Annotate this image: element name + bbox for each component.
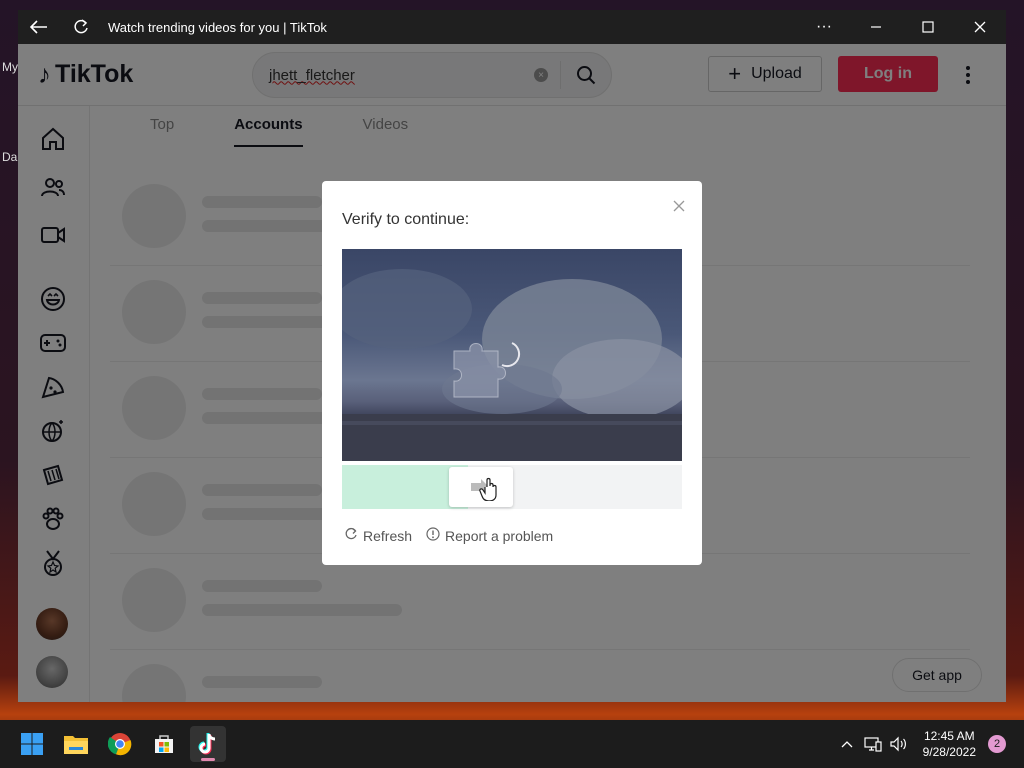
- maximize-icon: [922, 21, 934, 33]
- clock[interactable]: 12:45 AM 9/28/2022: [923, 728, 976, 760]
- file-explorer-icon[interactable]: [58, 726, 94, 762]
- minimize-button[interactable]: [850, 10, 902, 44]
- captcha-actions: Refresh Report a problem: [344, 527, 567, 544]
- captcha-slider-track[interactable]: [342, 465, 682, 509]
- windows-start-icon[interactable]: [14, 726, 50, 762]
- captcha-image: [342, 249, 682, 461]
- tiktok-icon[interactable]: [190, 726, 226, 762]
- minimize-icon: [871, 26, 881, 28]
- ellipsis-icon: ···: [816, 18, 832, 35]
- notification-badge[interactable]: 2: [988, 735, 1006, 753]
- desktop-icon-label[interactable]: Da: [2, 150, 17, 164]
- chrome-icon[interactable]: [102, 726, 138, 762]
- close-icon: [974, 21, 986, 33]
- refresh-icon: [344, 527, 358, 544]
- clock-date: 9/28/2022: [922, 745, 976, 759]
- settings-more-button[interactable]: ···: [798, 10, 850, 44]
- reload-icon: [74, 19, 88, 34]
- captcha-modal: Verify to continue: Refresh Report a pro…: [322, 181, 702, 565]
- title-bar: Watch trending videos for you | TikTok ·…: [18, 10, 1006, 44]
- slider-handle[interactable]: [449, 467, 513, 507]
- arrow-left-icon: [30, 20, 47, 34]
- arrow-right-icon: [471, 477, 497, 501]
- window-title: Watch trending videos for you | TikTok: [108, 19, 327, 35]
- puzzle-piece-icon: [453, 343, 506, 398]
- desktop-icon-label[interactable]: My: [2, 60, 18, 74]
- microsoft-store-icon[interactable]: [146, 726, 182, 762]
- close-icon[interactable]: [670, 197, 688, 215]
- reload-button[interactable]: [60, 10, 102, 44]
- modal-title: Verify to continue:: [342, 211, 470, 228]
- info-icon: [426, 527, 440, 544]
- refresh-label: Refresh: [363, 527, 413, 544]
- chevron-up-icon[interactable]: [835, 740, 859, 748]
- report-problem-button[interactable]: Report a problem: [426, 527, 553, 544]
- taskbar: 12:45 AM 9/28/2022 2: [0, 720, 1024, 768]
- system-tray: 12:45 AM 9/28/2022 2: [835, 720, 1024, 768]
- volume-icon[interactable]: [887, 736, 911, 752]
- clock-time: 12:45 AM: [923, 729, 975, 743]
- maximize-button[interactable]: [902, 10, 954, 44]
- report-label: Report a problem: [445, 527, 554, 544]
- back-button[interactable]: [18, 10, 60, 44]
- refresh-button[interactable]: Refresh: [344, 527, 412, 544]
- network-icon[interactable]: [861, 736, 885, 752]
- close-window-button[interactable]: [954, 10, 1006, 44]
- active-app-indicator: [201, 758, 215, 761]
